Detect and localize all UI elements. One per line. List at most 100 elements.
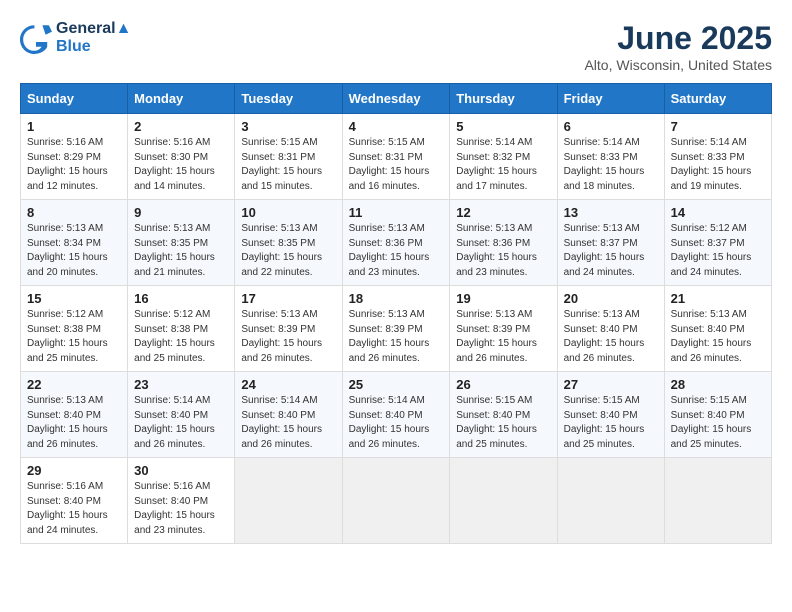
day-info: Sunrise: 5:13 AM Sunset: 8:34 PM Dayligh… xyxy=(27,222,121,280)
day-number: 27 xyxy=(564,377,658,392)
location: Alto, Wisconsin, United States xyxy=(584,57,772,73)
table-row: 4 Sunrise: 5:15 AM Sunset: 8:31 PM Daylig… xyxy=(342,114,450,200)
day-number: 17 xyxy=(241,291,335,306)
day-info: Sunrise: 5:13 AM Sunset: 8:39 PM Dayligh… xyxy=(241,308,335,366)
day-info: Sunrise: 5:14 AM Sunset: 8:33 PM Dayligh… xyxy=(564,136,658,194)
table-row: 16Sunrise: 5:12 AM Sunset: 8:38 PM Dayli… xyxy=(128,286,235,372)
table-row: 6 Sunrise: 5:14 AM Sunset: 8:33 PM Daylig… xyxy=(557,114,664,200)
day-number: 25 xyxy=(349,377,444,392)
day-number: 29 xyxy=(27,463,121,478)
logo-text: General▲ Blue xyxy=(56,20,131,56)
table-row: 7 Sunrise: 5:14 AM Sunset: 8:33 PM Daylig… xyxy=(664,114,771,200)
day-number: 18 xyxy=(349,291,444,306)
day-info: Sunrise: 5:12 AM Sunset: 8:38 PM Dayligh… xyxy=(27,308,121,366)
table-row: 28Sunrise: 5:15 AM Sunset: 8:40 PM Dayli… xyxy=(664,372,771,458)
day-info: Sunrise: 5:14 AM Sunset: 8:33 PM Dayligh… xyxy=(671,136,765,194)
day-number: 21 xyxy=(671,291,765,306)
day-number: 15 xyxy=(27,291,121,306)
col-saturday: Saturday xyxy=(664,84,771,114)
calendar-week-3: 15 Sunrise: 5:12 AM Sunset: 8:38 PM Dayli… xyxy=(21,286,772,372)
table-row: 13Sunrise: 5:13 AM Sunset: 8:37 PM Dayli… xyxy=(557,200,664,286)
day-number: 22 xyxy=(27,377,121,392)
calendar-week-1: 1 Sunrise: 5:16 AM Sunset: 8:29 PM Daylig… xyxy=(21,114,772,200)
calendar-week-5: 29 Sunrise: 5:16 AM Sunset: 8:40 PM Dayli… xyxy=(21,458,772,544)
day-number: 9 xyxy=(134,205,228,220)
day-info: Sunrise: 5:13 AM Sunset: 8:40 PM Dayligh… xyxy=(564,308,658,366)
table-row xyxy=(557,458,664,544)
day-info: Sunrise: 5:13 AM Sunset: 8:35 PM Dayligh… xyxy=(134,222,228,280)
table-row: 22Sunrise: 5:13 AM Sunset: 8:40 PM Dayli… xyxy=(21,372,128,458)
col-sunday: Sunday xyxy=(21,84,128,114)
table-row: 25 Sunrise: 5:14 AM Sunset: 8:40 PM Dayli… xyxy=(342,372,450,458)
table-row: 5 Sunrise: 5:14 AM Sunset: 8:32 PM Daylig… xyxy=(450,114,557,200)
calendar-table: Sunday Monday Tuesday Wednesday Thursday… xyxy=(20,83,772,544)
table-row: 20 Sunrise: 5:13 AM Sunset: 8:40 PM Dayli… xyxy=(557,286,664,372)
title-section: June 2025 Alto, Wisconsin, United States xyxy=(584,20,772,73)
table-row: 23Sunrise: 5:14 AM Sunset: 8:40 PM Dayli… xyxy=(128,372,235,458)
calendar-week-4: 22Sunrise: 5:13 AM Sunset: 8:40 PM Dayli… xyxy=(21,372,772,458)
day-number: 5 xyxy=(456,119,550,134)
table-row: 3 Sunrise: 5:15 AM Sunset: 8:31 PM Daylig… xyxy=(235,114,342,200)
day-number: 6 xyxy=(564,119,658,134)
page-header: General▲ Blue June 2025 Alto, Wisconsin,… xyxy=(20,20,772,73)
col-friday: Friday xyxy=(557,84,664,114)
table-row: 8 Sunrise: 5:13 AM Sunset: 8:34 PM Daylig… xyxy=(21,200,128,286)
table-row: 1 Sunrise: 5:16 AM Sunset: 8:29 PM Daylig… xyxy=(21,114,128,200)
day-number: 14 xyxy=(671,205,765,220)
calendar-header-row: Sunday Monday Tuesday Wednesday Thursday… xyxy=(21,84,772,114)
table-row: 30 Sunrise: 5:16 AM Sunset: 8:40 PM Dayli… xyxy=(128,458,235,544)
day-number: 2 xyxy=(134,119,228,134)
col-monday: Monday xyxy=(128,84,235,114)
day-number: 11 xyxy=(349,205,444,220)
month-title: June 2025 xyxy=(584,20,772,57)
table-row: 10Sunrise: 5:13 AM Sunset: 8:35 PM Dayli… xyxy=(235,200,342,286)
day-number: 20 xyxy=(564,291,658,306)
day-info: Sunrise: 5:15 AM Sunset: 8:31 PM Dayligh… xyxy=(241,136,335,194)
day-info: Sunrise: 5:14 AM Sunset: 8:40 PM Dayligh… xyxy=(349,394,444,452)
table-row: 15 Sunrise: 5:12 AM Sunset: 8:38 PM Dayli… xyxy=(21,286,128,372)
table-row xyxy=(664,458,771,544)
logo-icon xyxy=(20,22,52,54)
day-number: 24 xyxy=(241,377,335,392)
day-info: Sunrise: 5:12 AM Sunset: 8:37 PM Dayligh… xyxy=(671,222,765,280)
day-number: 1 xyxy=(27,119,121,134)
day-info: Sunrise: 5:13 AM Sunset: 8:36 PM Dayligh… xyxy=(456,222,550,280)
day-info: Sunrise: 5:14 AM Sunset: 8:40 PM Dayligh… xyxy=(134,394,228,452)
day-number: 3 xyxy=(241,119,335,134)
day-number: 7 xyxy=(671,119,765,134)
table-row: 27 Sunrise: 5:15 AM Sunset: 8:40 PM Dayli… xyxy=(557,372,664,458)
day-info: Sunrise: 5:14 AM Sunset: 8:32 PM Dayligh… xyxy=(456,136,550,194)
col-wednesday: Wednesday xyxy=(342,84,450,114)
day-info: Sunrise: 5:12 AM Sunset: 8:38 PM Dayligh… xyxy=(134,308,228,366)
day-number: 30 xyxy=(134,463,228,478)
day-info: Sunrise: 5:14 AM Sunset: 8:40 PM Dayligh… xyxy=(241,394,335,452)
day-info: Sunrise: 5:16 AM Sunset: 8:29 PM Dayligh… xyxy=(27,136,121,194)
table-row xyxy=(235,458,342,544)
logo: General▲ Blue xyxy=(20,20,131,56)
day-info: Sunrise: 5:13 AM Sunset: 8:39 PM Dayligh… xyxy=(349,308,444,366)
table-row: 24 Sunrise: 5:14 AM Sunset: 8:40 PM Dayli… xyxy=(235,372,342,458)
calendar-week-2: 8 Sunrise: 5:13 AM Sunset: 8:34 PM Daylig… xyxy=(21,200,772,286)
day-number: 26 xyxy=(456,377,550,392)
table-row: 14 Sunrise: 5:12 AM Sunset: 8:37 PM Dayli… xyxy=(664,200,771,286)
table-row: 11 Sunrise: 5:13 AM Sunset: 8:36 PM Dayli… xyxy=(342,200,450,286)
day-number: 12 xyxy=(456,205,550,220)
table-row: 29 Sunrise: 5:16 AM Sunset: 8:40 PM Dayli… xyxy=(21,458,128,544)
day-info: Sunrise: 5:13 AM Sunset: 8:40 PM Dayligh… xyxy=(671,308,765,366)
day-info: Sunrise: 5:16 AM Sunset: 8:40 PM Dayligh… xyxy=(27,480,121,538)
day-info: Sunrise: 5:15 AM Sunset: 8:40 PM Dayligh… xyxy=(564,394,658,452)
day-info: Sunrise: 5:15 AM Sunset: 8:40 PM Dayligh… xyxy=(456,394,550,452)
day-info: Sunrise: 5:16 AM Sunset: 8:40 PM Dayligh… xyxy=(134,480,228,538)
day-number: 4 xyxy=(349,119,444,134)
col-thursday: Thursday xyxy=(450,84,557,114)
table-row: 9 Sunrise: 5:13 AM Sunset: 8:35 PM Daylig… xyxy=(128,200,235,286)
day-info: Sunrise: 5:13 AM Sunset: 8:35 PM Dayligh… xyxy=(241,222,335,280)
day-info: Sunrise: 5:15 AM Sunset: 8:40 PM Dayligh… xyxy=(671,394,765,452)
table-row xyxy=(342,458,450,544)
day-number: 19 xyxy=(456,291,550,306)
day-info: Sunrise: 5:13 AM Sunset: 8:36 PM Dayligh… xyxy=(349,222,444,280)
day-number: 8 xyxy=(27,205,121,220)
day-info: Sunrise: 5:13 AM Sunset: 8:39 PM Dayligh… xyxy=(456,308,550,366)
day-info: Sunrise: 5:15 AM Sunset: 8:31 PM Dayligh… xyxy=(349,136,444,194)
table-row: 12 Sunrise: 5:13 AM Sunset: 8:36 PM Dayli… xyxy=(450,200,557,286)
